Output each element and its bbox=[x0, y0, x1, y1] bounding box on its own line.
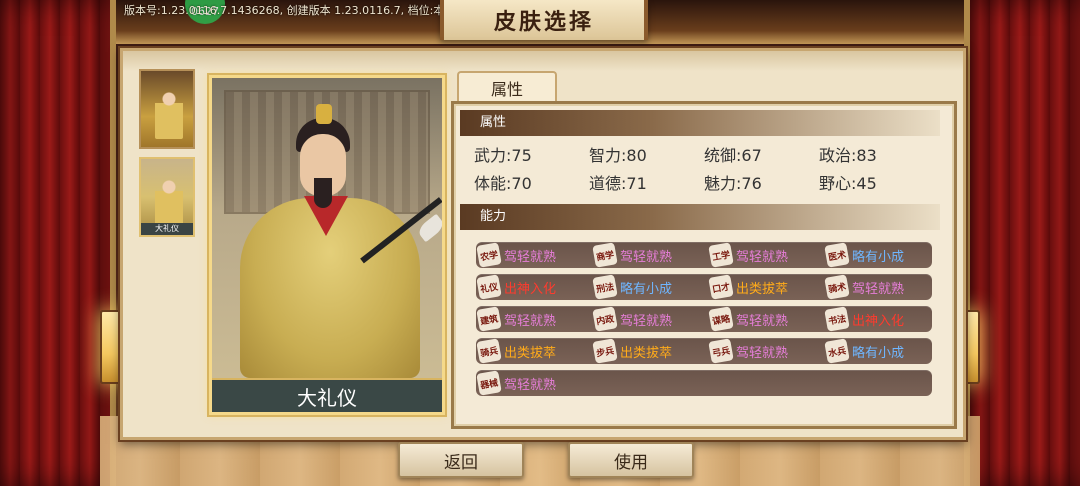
character-crown bbox=[316, 104, 332, 124]
ability-item[interactable]: 步兵 出类拔萃 bbox=[592, 338, 708, 364]
ability-level: 驾轻就熟 bbox=[736, 249, 789, 265]
ability-level: 出类拔萃 bbox=[620, 345, 673, 361]
ability-item[interactable]: 水兵 略有小成 bbox=[824, 338, 940, 364]
ability-seal-icon: 商学 bbox=[592, 242, 618, 268]
ability-seal-icon: 书法 bbox=[824, 306, 850, 332]
stat-intelligence: 智力:80 bbox=[589, 146, 647, 165]
ability-row: 建筑 驾轻就熟 内政 驾轻就熟 谋略 驾轻就熟 书法 出神入化 bbox=[476, 306, 932, 332]
portrait-icon bbox=[155, 89, 183, 139]
page-title: 皮肤选择 bbox=[493, 9, 594, 35]
curtain-right bbox=[964, 0, 1080, 486]
attributes-section-title: 属性 bbox=[460, 110, 940, 136]
abilities-list: 农学 驾轻就熟 商学 驾轻就熟 工学 驾轻就熟 医术 略有小成 礼仪 出神入化 刑法 略有小成 口才 出类… bbox=[476, 242, 932, 402]
ability-row: 农学 驾轻就熟 商学 驾轻就熟 工学 驾轻就熟 医术 略有小成 bbox=[476, 242, 932, 268]
title-plate: 皮肤选择 bbox=[440, 0, 648, 40]
stat-charm: 魅力:76 bbox=[704, 174, 762, 193]
back-button[interactable]: 返回 bbox=[398, 442, 524, 478]
ability-seal-icon: 礼仪 bbox=[476, 274, 502, 300]
ability-item[interactable]: 商学 驾轻就熟 bbox=[592, 242, 708, 268]
ability-level: 驾轻就熟 bbox=[620, 313, 673, 329]
ability-level: 驾轻就熟 bbox=[504, 313, 557, 329]
ability-item[interactable]: 建筑 驾轻就熟 bbox=[476, 306, 592, 332]
ability-seal-icon: 骑术 bbox=[824, 274, 850, 300]
tab-attributes[interactable]: 属性 bbox=[457, 71, 557, 103]
skin-card: 大礼仪 bbox=[209, 75, 445, 415]
stat-stamina: 体能:70 bbox=[474, 174, 532, 193]
ability-row: 礼仪 出神入化 刑法 略有小成 口才 出类拔萃 骑术 驾轻就熟 bbox=[476, 274, 932, 300]
ability-item[interactable]: 骑兵 出类拔萃 bbox=[476, 338, 592, 364]
portrait-icon bbox=[155, 177, 183, 227]
stat-politics: 政治:83 bbox=[819, 146, 877, 165]
ability-item[interactable]: 骑术 驾轻就熟 bbox=[824, 274, 940, 300]
info-box: 属性 武力:75 智力:80 统御:67 政治:83 体能:70 道德:71 魅… bbox=[451, 101, 957, 429]
ability-item[interactable]: 医术 略有小成 bbox=[824, 242, 940, 268]
ability-level: 出类拔萃 bbox=[504, 345, 557, 361]
ability-row: 骑兵 出类拔萃 步兵 出类拔萃 弓兵 驾轻就熟 水兵 略有小成 bbox=[476, 338, 932, 364]
ability-level: 驾轻就熟 bbox=[504, 249, 557, 265]
ability-seal-icon: 水兵 bbox=[824, 338, 850, 364]
abilities-section-title: 能力 bbox=[460, 204, 940, 230]
ability-seal-icon: 步兵 bbox=[592, 338, 618, 364]
stats-grid: 武力:75 智力:80 统御:67 政治:83 体能:70 道德:71 魅力:7… bbox=[474, 144, 944, 196]
skin-thumbnail-2[interactable]: 大礼仪 bbox=[139, 157, 195, 237]
ability-item[interactable]: 内政 驾轻就熟 bbox=[592, 306, 708, 332]
ability-item[interactable]: 书法 出神入化 bbox=[824, 306, 940, 332]
ability-row: 器械 驾轻就熟 bbox=[476, 370, 932, 396]
ability-seal-icon: 内政 bbox=[592, 306, 618, 332]
ability-seal-icon: 骑兵 bbox=[476, 338, 502, 364]
lantern-left bbox=[100, 310, 122, 384]
ability-level: 驾轻就熟 bbox=[736, 345, 789, 361]
panel-shade bbox=[123, 51, 963, 71]
ability-level: 略有小成 bbox=[852, 249, 905, 265]
skin-name: 大礼仪 bbox=[212, 378, 442, 412]
ability-level: 驾轻就熟 bbox=[736, 313, 789, 329]
ability-seal-icon: 农学 bbox=[476, 242, 502, 268]
curtain-left bbox=[0, 0, 116, 486]
ability-seal-icon: 工学 bbox=[708, 242, 734, 268]
skin-panel: 大礼仪 大礼仪 属性 属性 武力:75 智力:80 统御:67 政治:83 体能… bbox=[120, 48, 966, 440]
ability-item[interactable]: 弓兵 驾轻就熟 bbox=[708, 338, 824, 364]
stat-command: 统御:67 bbox=[704, 146, 762, 165]
ability-seal-icon: 谋略 bbox=[708, 306, 734, 332]
ability-level: 驾轻就熟 bbox=[504, 377, 557, 393]
ability-seal-icon: 弓兵 bbox=[708, 338, 734, 364]
ability-item[interactable]: 刑法 略有小成 bbox=[592, 274, 708, 300]
ability-level: 略有小成 bbox=[852, 345, 905, 361]
version-text: 版本号:1.23.0116.7.1436268, 创建版本 1.23.0116.… bbox=[124, 4, 474, 17]
use-button[interactable]: 使用 bbox=[568, 442, 694, 478]
skin-thumbnail-1[interactable] bbox=[139, 69, 195, 149]
stat-force: 武力:75 bbox=[474, 146, 532, 165]
ability-item[interactable]: 礼仪 出神入化 bbox=[476, 274, 592, 300]
stat-morality: 道德:71 bbox=[589, 174, 647, 193]
ability-level: 略有小成 bbox=[620, 281, 673, 297]
ability-seal-icon: 建筑 bbox=[476, 306, 502, 332]
thumbnail-label: 大礼仪 bbox=[141, 223, 193, 235]
ability-level: 出类拔萃 bbox=[736, 281, 789, 297]
ability-level: 驾轻就熟 bbox=[620, 249, 673, 265]
ability-item[interactable]: 口才 出类拔萃 bbox=[708, 274, 824, 300]
ability-seal-icon: 器械 bbox=[476, 370, 502, 396]
ability-level: 驾轻就熟 bbox=[852, 281, 905, 297]
ability-seal-icon: 医术 bbox=[824, 242, 850, 268]
ability-seal-icon: 口才 bbox=[708, 274, 734, 300]
ability-item[interactable]: 农学 驾轻就熟 bbox=[476, 242, 592, 268]
ability-level: 出神入化 bbox=[852, 313, 905, 329]
character-beard bbox=[314, 178, 332, 208]
ability-seal-icon: 刑法 bbox=[592, 274, 618, 300]
ability-item[interactable]: 谋略 驾轻就熟 bbox=[708, 306, 824, 332]
stat-ambition: 野心:45 bbox=[819, 174, 877, 193]
ability-level: 出神入化 bbox=[504, 281, 557, 297]
ability-item[interactable]: 工学 驾轻就熟 bbox=[708, 242, 824, 268]
ability-item[interactable]: 器械 驾轻就熟 bbox=[476, 370, 592, 396]
